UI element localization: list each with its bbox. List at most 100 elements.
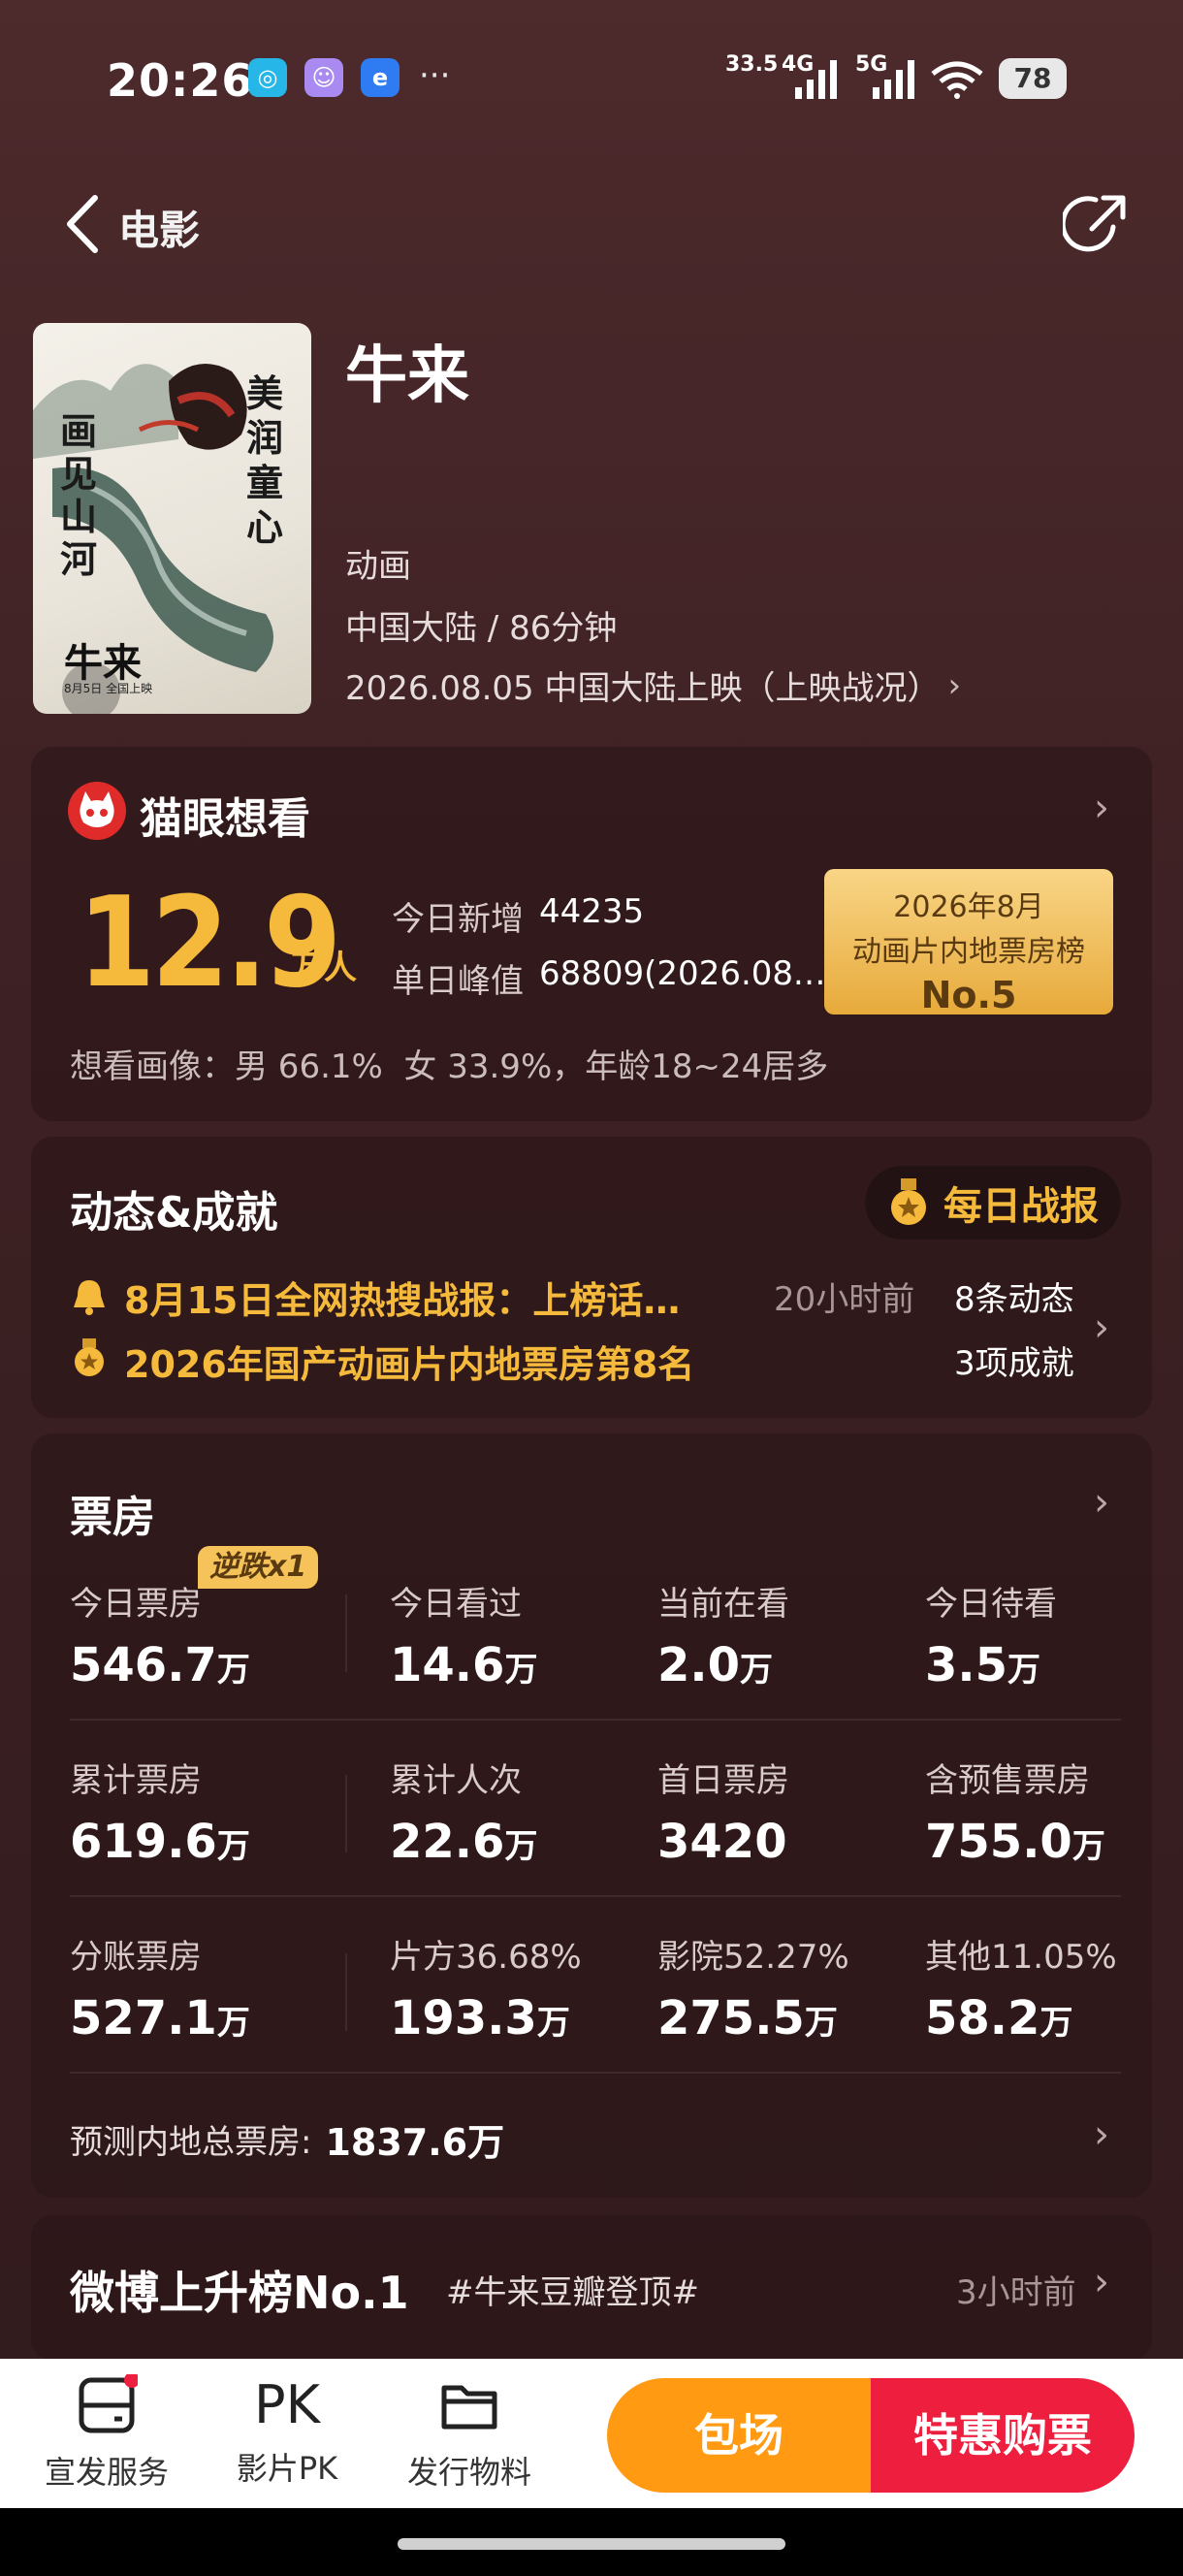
stats-row: 累计票房 619.6万 累计人次 22.6 万 首日票房 3420 含预售票房 7… [70, 1754, 1121, 1895]
stat-number: 193.3 [390, 1991, 537, 2045]
stat-number: 546.7 [70, 1638, 217, 1692]
stat-producer-share: 片方36.68% 193.3万 [390, 1930, 657, 2072]
stat-cinema-share: 影院52.27% 275.5万 [657, 1930, 925, 2072]
poster-date: 8月5日 全国上映 [64, 682, 153, 695]
share-icon[interactable] [1063, 190, 1131, 258]
stat-label: 累计票房 [70, 1761, 202, 1800]
stat-label: 含预售票房 [925, 1761, 1090, 1800]
weibo-time: 3小时前 [956, 2273, 1076, 2312]
stat-unit: 万 [1007, 1651, 1041, 1690]
stat-label: 今日看过 [390, 1585, 522, 1624]
bell-icon [74, 1280, 105, 1315]
release-info: 2026.08.05 中国大陆上映（上映战况） [345, 669, 941, 708]
stat-presale: 含预售票房 755.0万 [925, 1754, 1121, 1895]
stat-label: 首日票房 [657, 1761, 789, 1800]
battery-indicator: 78 [999, 58, 1067, 99]
medal-icon [891, 1178, 926, 1225]
stat-now-watching: 当前在看 2.0万 [657, 1577, 925, 1719]
back-arrow-icon[interactable] [58, 190, 107, 258]
group-booking-button[interactable]: 包场 [607, 2378, 871, 2493]
box-stats-grid: 今日票房 546.7万 今日看过 14.6万 当前在看 2.0万 今日待看 3.… [70, 1577, 1121, 2103]
today-new-label: 今日新增 [392, 900, 524, 939]
divider [70, 1719, 1121, 1721]
stat-unit: 万 [740, 1651, 774, 1690]
stat-unit: 万 [216, 2004, 250, 2043]
stat-value: 14.6万 [390, 1638, 657, 1692]
wish-portrait: 想看画像：男 66.1% 女 33.9%，年龄18~24居多 [70, 1047, 829, 1086]
stat-number: 58.2 [925, 1991, 1040, 2045]
stat-number: 755.0 [925, 1815, 1072, 1869]
stat-value: 58.2万 [925, 1991, 1121, 2045]
release-info-link[interactable]: 2026.08.05 中国大陆上映（上映战况） › [345, 661, 961, 709]
chevron-right-icon: › [947, 665, 962, 705]
stat-number: 22.6 [390, 1815, 505, 1869]
rank-badge[interactable]: 2026年8月 动画片内地票房榜 No.5 [824, 869, 1113, 1016]
chevron-right-icon[interactable]: › [1094, 1480, 1109, 1525]
stats-row: 分账票房 527.1万 片方36.68% 193.3万 影院52.27% 275… [70, 1930, 1121, 2072]
stat-first-day: 首日票房 3420 [657, 1754, 925, 1895]
stat-unit: 万 [216, 1827, 250, 1866]
column-divider [345, 1775, 347, 1852]
wish-title: 猫眼想看 [140, 794, 310, 844]
news-item-1[interactable]: 8月15日全网热搜战报：上榜话… [124, 1271, 680, 1324]
news-count: 8条动态 [954, 1280, 1074, 1319]
stat-total-box: 累计票房 619.6万 [70, 1754, 390, 1895]
forecast-row[interactable]: 预测内地总票房: 1837.6万 [70, 2112, 504, 2166]
materials-button[interactable]: 发行物料 [392, 2374, 547, 2493]
stat-label: 影院52.27% [657, 1938, 849, 1977]
home-indicator[interactable] [398, 2538, 785, 2550]
nav-back-label[interactable]: 电影 [118, 198, 200, 257]
today-new-value: 44235 [539, 892, 645, 931]
bottom-label: 宣发服务 [44, 2454, 169, 2491]
movie-genre: 动画 [345, 547, 411, 586]
chevron-right-icon[interactable]: › [1094, 786, 1109, 830]
wifi-icon [931, 61, 983, 99]
rank-line1: 2026年8月 [893, 890, 1044, 924]
stats-row: 今日票房 546.7万 今日看过 14.6万 当前在看 2.0万 今日待看 3.… [70, 1577, 1121, 1719]
signal-4g-icon [795, 60, 837, 99]
stat-unit: 万 [216, 1651, 250, 1690]
bottom-label: 影片PK [236, 2450, 338, 2487]
stat-label: 分账票房 [70, 1938, 202, 1977]
achievement-count: 3项成就 [954, 1344, 1074, 1383]
wish-unit: 万人 [291, 949, 357, 987]
stat-label: 今日票房 [70, 1585, 202, 1624]
weibo-title: 微博上升榜No.1 [70, 2267, 409, 2319]
net-speed: 33.5 [725, 52, 779, 77]
stat-value: 527.1万 [70, 1991, 390, 2045]
stat-value: 619.6万 [70, 1815, 390, 1869]
stat-number: 619.6 [70, 1815, 217, 1869]
pk-icon: PK [254, 2374, 320, 2435]
stat-today-watched: 今日看过 14.6万 [390, 1577, 657, 1719]
movie-title: 牛来 [345, 340, 469, 412]
stat-number: 3.5 [925, 1638, 1008, 1692]
news-item-2[interactable]: 2026年国产动画片内地票房第8名 [124, 1335, 694, 1388]
news-title: 动态&成就 [70, 1188, 278, 1238]
daily-report-button[interactable]: 每日战报 [865, 1166, 1121, 1240]
peak-label: 单日峰值 [392, 962, 524, 1001]
movie-poster[interactable]: 画见山河 美润童心 牛来 8月5日 全国上映 [33, 323, 311, 714]
box-office-title: 票房 [70, 1493, 155, 1542]
poster-slogan-left: 画见山河 [60, 410, 98, 581]
stat-value: 3420 [657, 1815, 925, 1869]
stat-number: 3420 [657, 1815, 787, 1869]
column-divider [345, 1594, 347, 1672]
stat-label: 当前在看 [657, 1585, 789, 1624]
chevron-right-icon[interactable]: › [1094, 2112, 1109, 2157]
more-notifications-icon: ··· [419, 56, 451, 95]
stat-number: 2.0 [657, 1638, 741, 1692]
stat-today-box: 今日票房 546.7万 [70, 1577, 390, 1719]
buy-ticket-button[interactable]: 特惠购票 [871, 2378, 1135, 2493]
chevron-right-icon[interactable]: › [1094, 2260, 1109, 2304]
stat-label: 累计人次 [390, 1761, 522, 1800]
movie-pk-button[interactable]: PK 影片PK [209, 2374, 365, 2489]
promo-service-button[interactable]: 宣发服务 [29, 2372, 184, 2493]
stat-value: 3.5万 [925, 1638, 1121, 1692]
news-item-1-time: 20小时前 [774, 1280, 915, 1319]
chevron-right-icon[interactable]: › [1094, 1305, 1109, 1350]
column-divider [345, 1953, 347, 2031]
weibo-tag[interactable]: #牛来豆瓣登顶# [446, 2266, 699, 2313]
bottom-label: 发行物料 [406, 2454, 531, 2491]
status-time: 20:26 [107, 54, 254, 107]
divider [70, 2072, 1121, 2074]
